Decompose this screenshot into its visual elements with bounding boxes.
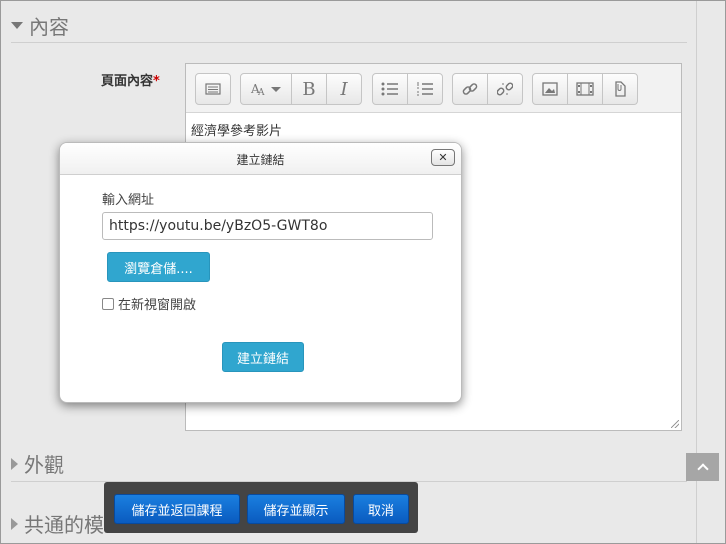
section-appearance-title: 外觀	[24, 453, 64, 477]
expand-right-icon	[11, 457, 18, 470]
collapse-down-icon	[11, 22, 23, 29]
expand-right-icon	[11, 517, 18, 530]
new-window-label: 在新視窗開啟	[118, 298, 197, 313]
numbered-list-icon	[417, 82, 433, 96]
toolbar-group-links	[452, 73, 523, 105]
numbered-list-button[interactable]	[408, 74, 442, 104]
close-icon: ✕	[438, 151, 448, 164]
toolbar-group-text: AA B I	[240, 73, 362, 105]
save-display-button[interactable]: 儲存並顯示	[247, 494, 345, 524]
close-button[interactable]: ✕	[431, 149, 455, 166]
toolbar-toggle-icon	[205, 83, 221, 95]
media-icon	[576, 82, 594, 96]
media-button[interactable]	[568, 74, 603, 104]
create-link-button[interactable]: 建立鏈結	[222, 342, 304, 372]
font-size-button[interactable]: AA	[241, 74, 292, 104]
new-window-checkbox[interactable]	[102, 297, 114, 310]
toolbar-group-toggle	[195, 73, 231, 105]
section-content-header[interactable]: 內容	[11, 11, 69, 40]
chevron-up-icon	[696, 462, 709, 475]
bullet-list-icon	[381, 82, 398, 96]
file-button[interactable]	[603, 74, 637, 104]
page-frame: 內容 頁面內容* AA B I 經濟學參考影片 外觀 共通的模 儲存並返回課程 …	[0, 0, 726, 544]
toolbar-toggle-button[interactable]	[196, 74, 230, 104]
editor-toolbar: AA B I	[186, 64, 681, 113]
toolbar-group-media	[532, 73, 638, 105]
required-mark: *	[153, 74, 160, 89]
bullet-list-button[interactable]	[373, 74, 408, 104]
svg-text:A: A	[257, 88, 265, 97]
cancel-button[interactable]: 取消	[353, 494, 409, 524]
url-input[interactable]	[102, 212, 433, 240]
create-link-dialog: 建立鏈結 ✕ 輸入網址 瀏覽倉儲.... 在新視窗開啟 建立鏈結	[59, 142, 462, 403]
file-icon	[615, 81, 626, 97]
italic-button[interactable]: I	[327, 74, 361, 104]
resize-handle-icon[interactable]	[671, 420, 679, 428]
section-common-title: 共通的模	[24, 513, 104, 537]
image-button[interactable]	[533, 74, 568, 104]
sticky-footer-bar: 儲存並返回課程 儲存並顯示 取消	[104, 482, 418, 533]
italic-icon: I	[340, 78, 348, 100]
section-divider	[11, 42, 687, 43]
toolbar-group-lists	[372, 73, 443, 105]
section-content-title: 內容	[29, 15, 69, 39]
link-icon	[462, 83, 478, 95]
url-label: 輸入網址	[102, 193, 155, 208]
dialog-header[interactable]: 建立鏈結 ✕	[60, 143, 461, 175]
unlink-button[interactable]	[488, 74, 522, 104]
bold-button[interactable]: B	[292, 74, 327, 104]
bold-icon: B	[302, 78, 316, 100]
page-content-label: 頁面內容*	[101, 74, 160, 89]
browse-repositories-button[interactable]: 瀏覽倉儲....	[107, 252, 210, 282]
unlink-icon	[497, 82, 513, 96]
scroll-up-button[interactable]	[686, 453, 719, 481]
editor-content[interactable]: 經濟學參考影片	[191, 120, 282, 139]
section-appearance-header[interactable]: 外觀	[11, 449, 64, 478]
link-button[interactable]	[453, 74, 488, 104]
font-size-icon: AA	[250, 82, 281, 97]
dialog-title: 建立鏈結	[236, 153, 285, 167]
new-window-option[interactable]: 在新視窗開啟	[102, 294, 196, 313]
image-icon	[542, 82, 558, 96]
section-common-header[interactable]: 共通的模	[11, 509, 104, 538]
save-return-button[interactable]: 儲存並返回課程	[114, 494, 240, 524]
